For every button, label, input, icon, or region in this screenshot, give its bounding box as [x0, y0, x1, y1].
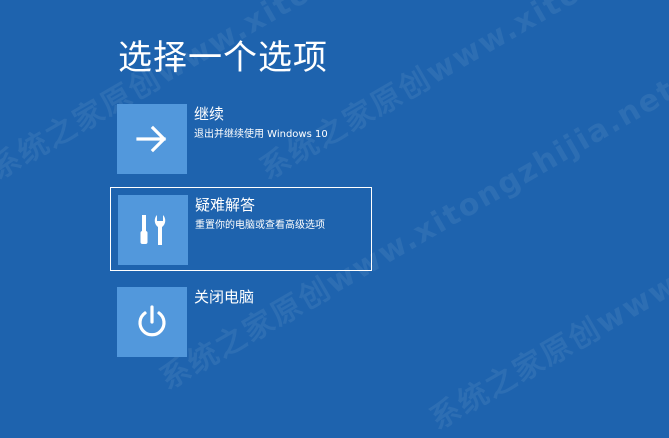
continue-description: 退出并继续使用 Windows 10	[194, 129, 328, 140]
watermark: 系统之家原创www.xitongzhijia.net	[424, 112, 669, 438]
shutdown-tile[interactable]	[117, 287, 187, 357]
tools-icon	[140, 215, 166, 245]
recovery-screen: 系统之家原创www.xitongzhijia.net 系统之家原创www.xit…	[0, 0, 669, 437]
arrow-right-icon	[136, 125, 167, 153]
shutdown-option[interactable]: 关闭电脑	[110, 280, 372, 364]
troubleshoot-title: 疑难解答	[195, 196, 256, 214]
continue-tile[interactable]	[117, 104, 187, 174]
shutdown-title: 关闭电脑	[194, 288, 255, 306]
troubleshoot-tile[interactable]	[118, 195, 188, 265]
continue-option[interactable]: 继续 退出并继续使用 Windows 10	[110, 97, 372, 181]
troubleshoot-option[interactable]: 疑难解答 重置你的电脑或查看高级选项	[110, 187, 372, 271]
page-title: 选择一个选项	[118, 38, 328, 78]
power-icon	[138, 305, 166, 337]
troubleshoot-description: 重置你的电脑或查看高级选项	[195, 220, 325, 231]
continue-title: 继续	[194, 105, 225, 123]
